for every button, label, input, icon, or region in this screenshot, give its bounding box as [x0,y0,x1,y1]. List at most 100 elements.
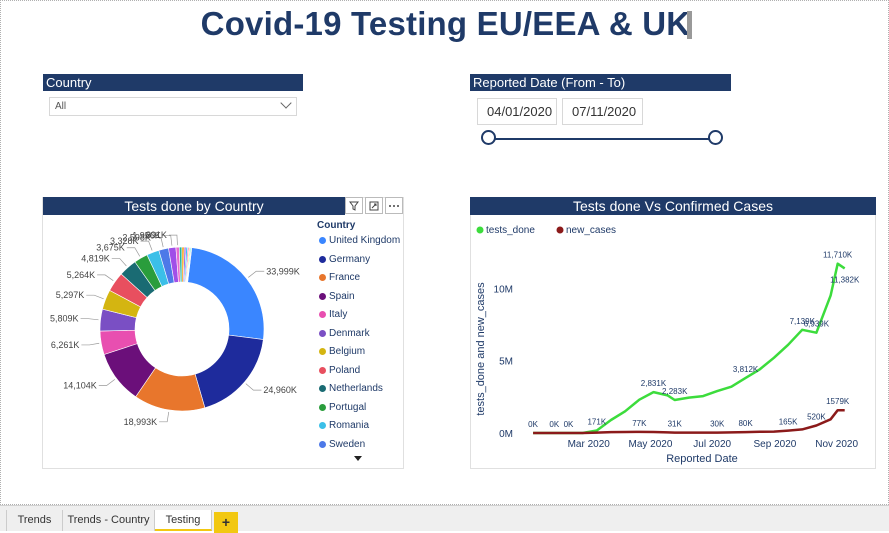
series-line-new_cases[interactable] [533,408,845,435]
data-label-new_cases: 80K [738,419,753,428]
legend-label: France [329,272,361,283]
donut-data-label: 4,819K [81,254,110,264]
text-cursor [687,11,692,39]
data-label-tests_done: 2,283K [662,387,688,396]
legend-dot [319,403,326,411]
tab-trends[interactable]: Trends [7,510,63,531]
donut-data-label: 5,297K [56,290,85,300]
donut-legend-title: Country [317,220,356,231]
legend-item[interactable]: France [319,272,360,283]
visual-header-toolbar [345,197,403,214]
date-range-end-handle[interactable] [708,130,723,145]
legend-item[interactable]: Sweden [319,439,365,450]
donut-leader-line [111,258,127,267]
x-tick-label: Jul 2020 [693,439,731,450]
legend-label: Portugal [329,401,367,413]
data-label-new_cases: 30K [710,420,725,429]
donut-leader-line [140,240,153,251]
donut-slice[interactable] [194,334,264,409]
donut-leader-line [81,342,100,346]
legend-label: Italy [329,309,348,320]
legend-dot [319,385,326,392]
donut-leader-line [126,247,141,257]
legend-item[interactable]: Poland [319,365,360,376]
data-label-new_cases: 31K [668,420,683,429]
donut-leader-line [86,294,104,300]
report-canvas: Covid-19 Testing EU/EEA & UK Country All… [0,0,889,505]
legend-dot [319,292,326,300]
legend-dot [319,422,326,429]
legend-dot [319,274,326,281]
line-visual-title: Tests done Vs Confirmed Cases [470,197,876,215]
date-range-start-handle[interactable] [481,130,496,145]
donut-leader-line [168,234,178,246]
donut-data-label: 18,993K [124,417,158,427]
legend-label: Germany [329,253,371,265]
donut-chart[interactable]: 33,999K 24,960K 18,993K 14,104K 6,261K 5,809K… [43,216,315,468]
date-from-input[interactable]: 04/01/2020 [477,98,557,125]
legend-item[interactable]: Spain [319,291,355,302]
add-page-icon[interactable]: + [214,512,238,533]
legend-item[interactable]: Netherlands [319,383,383,394]
legend-label: Spain [329,290,355,302]
legend-item[interactable]: Denmark [319,328,370,339]
report-title: Covid-19 Testing EU/EEA & UK [200,5,691,42]
legend-dot [319,255,326,263]
donut-data-label: 891K [146,230,167,240]
donut-slice[interactable] [187,247,265,340]
data-label-new_cases: 77K [632,419,647,428]
legend-dot [319,311,326,318]
donut-leader-line [159,411,170,423]
donut-data-label: 33,999K [266,266,300,276]
donut-leader-line [80,318,99,321]
line-legend-marker [556,226,564,234]
country-dropdown[interactable]: All [49,97,297,116]
country-dropdown-value: All [55,101,67,112]
legend-dot [319,237,326,244]
date-range-track[interactable] [489,138,717,140]
series-line-tests_done[interactable] [533,262,846,435]
donut-leader-line [97,274,114,281]
data-label-tests_done: 3,812K [733,365,759,374]
data-label-tests_done: 6,939K [804,320,830,329]
filter-icon[interactable] [345,197,363,214]
legend-item[interactable]: Portugal [319,402,366,413]
donut-visual-title: Tests done by Country [43,197,345,215]
legend-item[interactable]: Germany [319,254,370,265]
chevron-down-icon[interactable] [280,97,292,109]
tab-trends-country[interactable]: Trends - Country [63,510,155,531]
data-label-tests_done: 11,382K [830,275,860,284]
legend-dot [319,329,326,337]
data-label-tests_done: 171K [587,418,606,427]
legend-dot [319,440,326,448]
y-axis-title: tests_done and new_cases [475,282,487,416]
line-legend-label[interactable]: tests_done [486,225,535,236]
scroll-down-icon[interactable] [354,456,362,461]
tab-testing[interactable]: Testing [155,510,212,531]
x-axis-title: Reported Date [666,453,738,465]
legend-item[interactable]: Belgium [319,346,365,357]
data-label-tests_done: 11,710K [823,251,853,260]
donut-leader-line [245,383,262,391]
more-options-icon[interactable] [385,197,403,214]
legend-item[interactable]: United Kingdom [319,235,400,246]
x-tick-label: Nov 2020 [815,439,858,450]
x-tick-label: Sep 2020 [754,439,797,450]
legend-dot [319,366,326,374]
legend-item[interactable]: Italy [319,309,347,320]
data-label-new_cases: 1579K [826,397,850,406]
legend-label: Sweden [329,438,366,450]
line-legend-label[interactable]: new_cases [566,225,616,236]
data-label-tests_done: 0K [528,420,538,429]
donut-data-label: 14,104K [63,380,97,390]
y-tick-label: 0M [499,429,513,440]
legend-item[interactable]: Romania [319,420,369,431]
line-chart[interactable]: tests_done new_cases 0M 5M 10M Mar 2020 May 2… [470,215,876,468]
country-slicer-header: Country [43,74,303,91]
legend-label: Romania [329,420,370,431]
date-to-input[interactable]: 07/11/2020 [562,98,643,125]
legend-label: Denmark [329,327,370,339]
date-slicer-header: Reported Date (From - To) [470,74,731,91]
focus-mode-icon[interactable] [365,197,383,214]
x-tick-label: Mar 2020 [568,439,611,450]
